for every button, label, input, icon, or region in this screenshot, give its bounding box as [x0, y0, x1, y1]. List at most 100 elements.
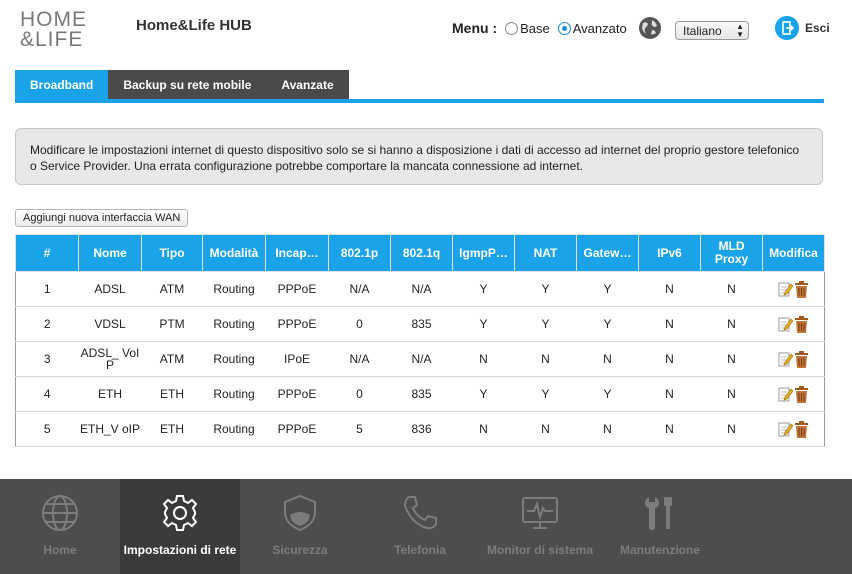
- edit-icon[interactable]: [778, 281, 794, 297]
- table-cell-modifica: [762, 271, 825, 307]
- language-select-value: Italiano: [683, 24, 722, 38]
- column-header: 802.1q: [390, 234, 453, 272]
- nav-manutenzione-label: Manutenzione: [620, 543, 700, 557]
- exit-button[interactable]: Esci: [805, 21, 830, 35]
- column-header: Modalità: [202, 234, 266, 272]
- nav-sicurezza-label: Sicurezza: [272, 543, 328, 557]
- table-cell: N: [638, 341, 701, 377]
- column-header: Tipo: [141, 234, 203, 272]
- table-row: 1 ADSL ATM Routing PPPoE N/A N/A Y Y Y N N: [15, 271, 825, 307]
- table-row: 5 ETH_V oIP ETH Routing PPPoE 5 836 N N N N N: [15, 411, 825, 447]
- add-wan-interface-button[interactable]: Aggiungi nuova interfaccia WAN: [15, 209, 189, 227]
- menu-radio-base-label: Base: [520, 20, 550, 36]
- table-cell: 5: [15, 411, 79, 447]
- tools-icon: [645, 497, 672, 530]
- radio-circle: [557, 21, 571, 35]
- table-cell-modifica: [762, 411, 825, 447]
- table-cell: 4: [15, 376, 79, 412]
- table-cell: N: [700, 376, 763, 412]
- trash-icon[interactable]: [795, 280, 809, 298]
- bottom-nav: Home Impostazioni di rete Sicurezza Tele…: [0, 479, 852, 574]
- table-cell: VDSL: [78, 306, 142, 342]
- table-cell: N: [452, 411, 515, 447]
- nav-sicurezza[interactable]: Sicurezza: [240, 479, 360, 574]
- table-cell: N/A: [328, 271, 391, 307]
- edit-icon[interactable]: [778, 351, 794, 367]
- globe-icon: [639, 17, 661, 39]
- column-header: IPv6: [638, 234, 701, 272]
- tab-backup-mobile[interactable]: Backup su rete mobile: [108, 70, 267, 100]
- tab-avanzate[interactable]: Avanzate: [266, 70, 349, 100]
- table-row: 3 ADSL_ VoIP ATM Routing IPoE N/A N/A N N N N N: [15, 341, 825, 377]
- table-cell: Y: [576, 271, 639, 307]
- nav-telefonia[interactable]: Telefonia: [360, 479, 480, 574]
- table-cell: Routing: [202, 376, 266, 412]
- trash-icon[interactable]: [795, 420, 809, 438]
- table-cell: N: [700, 306, 763, 342]
- radio-circle: [505, 21, 519, 35]
- table-cell: PPPoE: [265, 271, 329, 307]
- table-cell: ATM: [141, 341, 203, 377]
- exit-icon[interactable]: [775, 16, 799, 40]
- globe-icon: [42, 495, 78, 531]
- table-cell-modifica: [762, 341, 825, 377]
- table-cell: 5: [328, 411, 391, 447]
- trash-icon[interactable]: [795, 385, 809, 403]
- table-cell: Routing: [202, 271, 266, 307]
- table-cell: Y: [576, 376, 639, 412]
- menu-radio-avanzato-label: Avanzato: [572, 20, 627, 36]
- table-cell: N: [514, 341, 577, 377]
- table-cell: ETH_V oIP: [78, 411, 142, 447]
- trash-icon[interactable]: [795, 350, 809, 368]
- nav-impostazioni-rete-label: Impostazioni di rete: [123, 543, 237, 557]
- trash-icon[interactable]: [795, 315, 809, 333]
- menu-mode-selector: Menu : Base Avanzato: [452, 20, 635, 36]
- menu-radio-avanzato[interactable]: Avanzato: [557, 20, 627, 36]
- nav-monitor-sistema[interactable]: Monitor di sistema: [480, 479, 600, 574]
- tab-underline: [15, 99, 824, 103]
- monitor-icon: [522, 497, 558, 529]
- info-notice: Modificare le impostazioni internet di q…: [15, 128, 823, 185]
- edit-icon[interactable]: [778, 316, 794, 332]
- edit-icon[interactable]: [778, 386, 794, 402]
- table-cell: Routing: [202, 341, 266, 377]
- nav-telefonia-label: Telefonia: [394, 543, 446, 557]
- nav-home-label: Home: [43, 543, 77, 557]
- table-row: 4 ETH ETH Routing PPPoE 0 835 Y Y Y N N: [15, 376, 825, 412]
- tab-broadband[interactable]: Broadband: [15, 70, 109, 100]
- phone-icon: [403, 496, 437, 530]
- column-header: NAT: [514, 234, 577, 272]
- table-cell: N: [700, 411, 763, 447]
- table-cell: N: [576, 341, 639, 377]
- menu-radio-base[interactable]: Base: [505, 21, 550, 36]
- column-header: Gatew…: [576, 234, 639, 272]
- table-header-row: # Nome Tipo Modalità Incap… 802.1p 802.1…: [15, 234, 825, 272]
- table-cell: N: [638, 376, 701, 412]
- menu-label: Menu :: [452, 20, 498, 36]
- table-cell: N: [638, 271, 701, 307]
- table-cell: 835: [390, 306, 453, 342]
- table-cell: 3: [15, 341, 79, 377]
- table-cell: Y: [514, 376, 577, 412]
- shield-icon: [284, 494, 316, 532]
- edit-icon[interactable]: [778, 421, 794, 437]
- table-cell: Routing: [202, 411, 266, 447]
- table-cell: N: [638, 411, 701, 447]
- table-cell: N/A: [328, 341, 391, 377]
- nav-manutenzione[interactable]: Manutenzione: [600, 479, 720, 574]
- column-header: Nome: [78, 234, 142, 272]
- table-cell: N: [514, 411, 577, 447]
- table-cell: N/A: [390, 341, 453, 377]
- table-cell: PPPoE: [265, 306, 329, 342]
- table-cell: PPPoE: [265, 376, 329, 412]
- table-cell: 0: [328, 376, 391, 412]
- column-header: #: [15, 234, 79, 272]
- table-cell-modifica: [762, 376, 825, 412]
- table-cell: N/A: [390, 271, 453, 307]
- wan-interfaces-table: # Nome Tipo Modalità Incap… 802.1p 802.1…: [15, 234, 825, 447]
- nav-impostazioni-rete[interactable]: Impostazioni di rete: [120, 479, 240, 574]
- language-select[interactable]: Italiano ▲ ▼: [675, 21, 749, 40]
- table-cell: ATM: [141, 271, 203, 307]
- nav-home[interactable]: Home: [0, 479, 120, 574]
- select-arrows-icon: ▲ ▼: [736, 22, 744, 39]
